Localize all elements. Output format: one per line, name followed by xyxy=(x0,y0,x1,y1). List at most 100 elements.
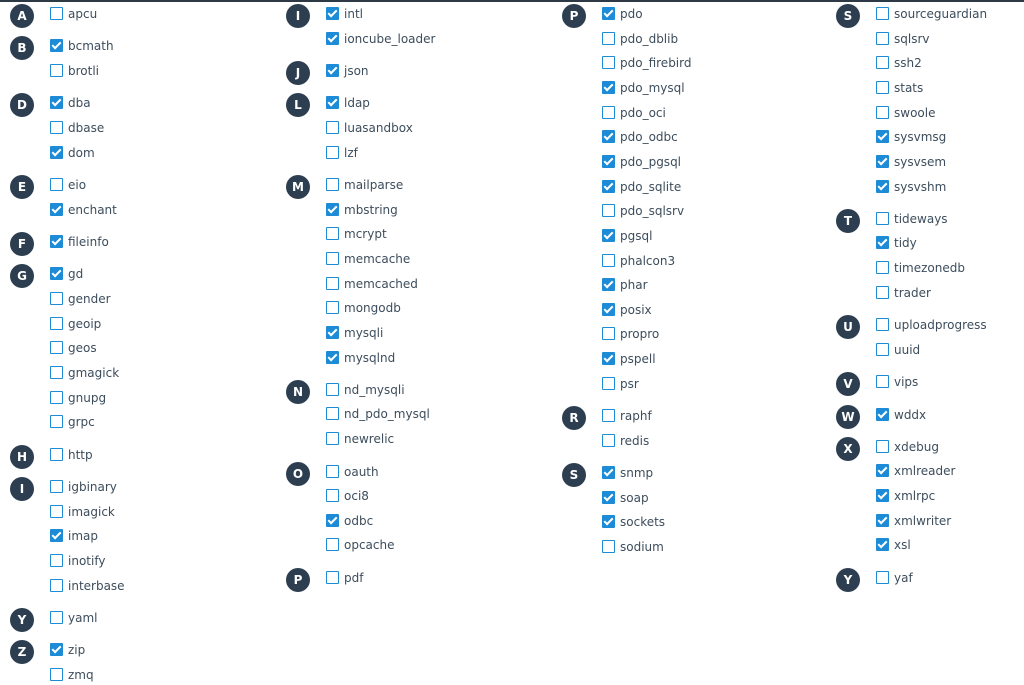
extension-checkbox[interactable] xyxy=(602,204,615,218)
extension-checkbox[interactable] xyxy=(326,301,339,315)
extension-checkbox[interactable] xyxy=(326,178,339,191)
extension-checkbox[interactable] xyxy=(326,7,339,20)
extension-checkbox[interactable] xyxy=(50,667,63,681)
extension-checkbox[interactable] xyxy=(602,7,615,20)
extension-label: igbinary xyxy=(68,480,117,494)
extension-checkbox[interactable] xyxy=(50,610,63,624)
extension-checkbox[interactable] xyxy=(50,553,63,567)
extension-checkbox[interactable] xyxy=(876,130,889,144)
extension-checkbox[interactable] xyxy=(50,145,63,159)
extension-checkbox[interactable] xyxy=(876,513,889,527)
extension-checkbox[interactable] xyxy=(602,515,615,529)
extension-checkbox[interactable] xyxy=(876,7,889,20)
letter-badge: H xyxy=(10,444,34,469)
extension-checkbox[interactable] xyxy=(876,489,889,503)
extension-checkbox[interactable] xyxy=(326,276,339,290)
extension-checkbox[interactable] xyxy=(602,539,615,553)
extension-checkbox[interactable] xyxy=(326,325,339,339)
extension-checkbox[interactable] xyxy=(50,415,63,429)
extension-label: lzf xyxy=(344,145,358,160)
extension-checkbox[interactable] xyxy=(326,96,339,110)
extension-checkbox[interactable] xyxy=(50,120,63,134)
extension-checkbox[interactable] xyxy=(602,31,615,45)
extension-checkbox[interactable] xyxy=(50,202,63,216)
extension-checkbox[interactable] xyxy=(326,120,339,134)
extension-checkbox[interactable] xyxy=(326,407,339,421)
extension-checkbox[interactable] xyxy=(602,327,615,341)
extension-checkbox[interactable] xyxy=(50,529,63,543)
extension-checkbox[interactable] xyxy=(602,466,615,480)
extension-checkbox[interactable] xyxy=(326,538,339,552)
extension-checkbox[interactable] xyxy=(876,105,889,119)
extension-checkbox[interactable] xyxy=(876,179,889,193)
extension-checkbox[interactable] xyxy=(876,80,889,94)
extension-checkbox[interactable] xyxy=(876,154,889,168)
extension-checkbox[interactable] xyxy=(50,447,63,461)
extension-checkbox[interactable] xyxy=(602,433,615,447)
extension-checkbox[interactable] xyxy=(326,570,339,584)
extension-checkbox[interactable] xyxy=(602,302,615,316)
letter-badge: U xyxy=(836,315,860,340)
extension-checkbox[interactable] xyxy=(876,538,889,552)
extension-checkbox[interactable] xyxy=(326,145,339,159)
extension-checkbox[interactable] xyxy=(876,375,889,389)
extension-checkbox[interactable] xyxy=(602,56,615,70)
extension-checkbox[interactable] xyxy=(326,432,339,446)
extension-checkbox[interactable] xyxy=(50,504,63,518)
extension-checkbox[interactable] xyxy=(326,31,339,45)
extension-checkbox[interactable] xyxy=(50,235,63,248)
extension-checkbox[interactable] xyxy=(876,285,889,299)
extension-checkbox[interactable] xyxy=(50,39,63,53)
extension-checkbox[interactable] xyxy=(50,390,63,404)
extension-checkbox[interactable] xyxy=(876,342,889,356)
extension-checkbox[interactable] xyxy=(602,130,615,144)
extension-checkbox[interactable] xyxy=(876,56,889,70)
extension-checkbox[interactable] xyxy=(326,489,339,503)
extension-checkbox[interactable] xyxy=(602,376,615,390)
extension-checkbox[interactable] xyxy=(326,202,339,216)
extension-checkbox[interactable] xyxy=(876,261,889,275)
extension-checkbox[interactable] xyxy=(50,267,63,281)
extension-checkbox[interactable] xyxy=(50,316,63,330)
extension-checkbox[interactable] xyxy=(326,513,339,527)
extension-checkbox[interactable] xyxy=(50,96,63,110)
extension-label: odbc xyxy=(344,513,374,528)
extension-checkbox[interactable] xyxy=(602,253,615,267)
extension-checkbox[interactable] xyxy=(876,570,889,584)
extension-checkbox[interactable] xyxy=(602,352,615,366)
extension-checkbox[interactable] xyxy=(326,251,339,265)
extension-checkbox[interactable] xyxy=(50,63,63,77)
extension-checkbox[interactable] xyxy=(50,178,63,191)
extension-checkbox[interactable] xyxy=(602,179,615,193)
extension-checkbox[interactable] xyxy=(876,464,889,478)
extension-checkbox[interactable] xyxy=(50,7,63,20)
extension-checkbox[interactable] xyxy=(602,80,615,94)
extension-checkbox[interactable] xyxy=(326,350,339,364)
extension-checkbox[interactable] xyxy=(50,578,63,592)
extension-checkbox[interactable] xyxy=(602,105,615,119)
extension-checkbox[interactable] xyxy=(50,365,63,379)
extension-label: apcu xyxy=(68,7,98,21)
extension-checkbox[interactable] xyxy=(602,154,615,168)
extension-checkbox[interactable] xyxy=(602,490,615,504)
extension-checkbox[interactable] xyxy=(50,480,63,493)
extension-label: propro xyxy=(620,327,660,342)
extension-checkbox[interactable] xyxy=(876,211,889,225)
extension-checkbox[interactable] xyxy=(326,382,339,396)
extension-checkbox[interactable] xyxy=(50,291,63,305)
extension-label: sysvsem xyxy=(894,154,947,169)
extension-checkbox[interactable] xyxy=(50,643,63,657)
extension-checkbox[interactable] xyxy=(876,318,889,332)
extension-checkbox[interactable] xyxy=(326,464,339,478)
extension-checkbox[interactable] xyxy=(326,64,339,77)
extension-checkbox[interactable] xyxy=(876,236,889,250)
extension-checkbox[interactable] xyxy=(876,407,889,421)
extension-checkbox[interactable] xyxy=(602,278,615,292)
extension-label: uploadprogress xyxy=(894,318,987,333)
extension-checkbox[interactable] xyxy=(602,228,615,242)
extension-checkbox[interactable] xyxy=(602,409,615,423)
extension-checkbox[interactable] xyxy=(50,341,63,355)
extension-checkbox[interactable] xyxy=(326,227,339,241)
extension-checkbox[interactable] xyxy=(876,439,889,453)
extension-checkbox[interactable] xyxy=(876,31,889,45)
